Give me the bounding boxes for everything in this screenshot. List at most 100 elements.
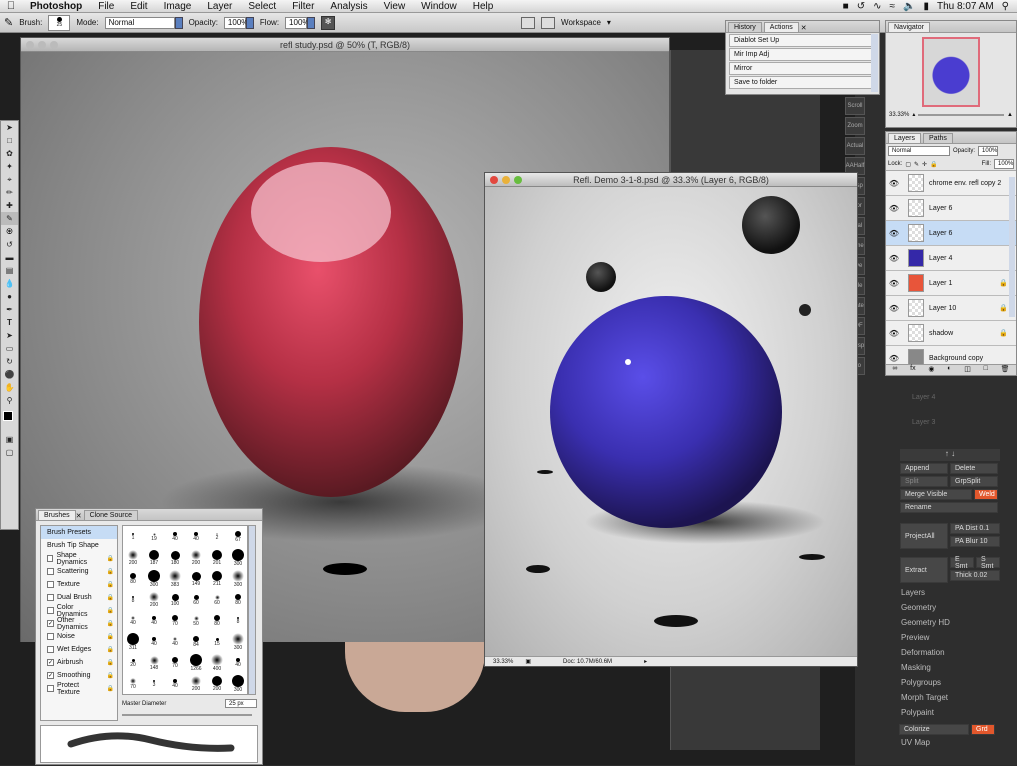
blend-mode-select[interactable]: Normal	[888, 146, 950, 156]
opacity-slider-icon[interactable]	[245, 16, 254, 29]
brush-preset[interactable]: 40	[165, 528, 185, 542]
doc2-status-icon[interactable]: ▣	[525, 658, 531, 665]
brush-preset[interactable]: 300	[228, 549, 247, 567]
path-select-tool-icon[interactable]: ➤	[1, 329, 18, 342]
brush-preset[interactable]: 40	[144, 633, 164, 647]
lock-icon[interactable]: 🔒	[107, 672, 114, 679]
layer-name[interactable]: Layer 10	[929, 305, 956, 312]
shape-tool-icon[interactable]: ▭	[1, 342, 18, 355]
brush-option[interactable]: Noise 🔒	[41, 630, 117, 643]
layer-row[interactable]: 👁 Layer 4	[886, 246, 1016, 271]
lock-all-icon[interactable]: 🔒	[930, 161, 937, 168]
menu-edit[interactable]: Edit	[122, 1, 155, 12]
pen-tool-icon[interactable]: ✒	[1, 303, 18, 316]
lasso-tool-icon[interactable]: ✿	[1, 147, 18, 160]
menu-masking[interactable]: Masking	[895, 663, 1010, 678]
brush-preset[interactable]: 300	[228, 633, 247, 651]
volume-icon[interactable]: 🔈	[903, 1, 915, 12]
mode-select[interactable]: Normal	[104, 16, 175, 29]
layer-opacity-input[interactable]: 100%	[978, 146, 999, 156]
screen-mode-icon[interactable]	[541, 16, 556, 29]
brush-preset[interactable]: 40	[123, 612, 143, 626]
weld-toggle[interactable]: Weld	[974, 489, 998, 500]
brush-preset[interactable]: 311	[123, 633, 143, 651]
layer-row[interactable]: 👁 Layer 10 🔒	[886, 296, 1016, 321]
brush-preset[interactable]: 300	[228, 675, 247, 693]
brush-option[interactable]: Brush Presets	[41, 526, 117, 539]
dodge-tool-icon[interactable]: ●	[1, 290, 18, 303]
menu-geometry[interactable]: Geometry	[895, 603, 1010, 618]
layer-name[interactable]: Layer 6	[929, 230, 952, 237]
palette-well-icon[interactable]	[521, 16, 536, 29]
adjustment-layer-icon[interactable]: ◐	[947, 365, 951, 375]
type-tool-icon[interactable]: T	[1, 316, 18, 329]
layer-name[interactable]: Layer 6	[929, 205, 952, 212]
zoom-button-icon[interactable]	[514, 176, 522, 184]
tab-clone-source[interactable]: Clone Source	[83, 510, 138, 520]
brush-preset[interactable]: 180	[165, 549, 185, 566]
brush-preset[interactable]: 201	[207, 549, 227, 566]
brush-preset[interactable]: 200	[123, 549, 143, 566]
brush-option[interactable]: Texture 🔒	[41, 578, 117, 591]
menu-deformation[interactable]: Deformation	[895, 648, 1010, 663]
project-all-button[interactable]: ProjectAll	[900, 523, 948, 549]
brush-preset[interactable]: 300	[144, 570, 164, 588]
foreground-color-swatch[interactable]	[3, 411, 13, 421]
status-icon[interactable]: ■	[843, 1, 849, 12]
brush-preset[interactable]: 70	[123, 675, 143, 690]
lock-icon[interactable]: 🔒	[107, 607, 114, 614]
delete-button[interactable]: Delete	[950, 463, 998, 474]
workspace-menu[interactable]: Workspace	[561, 18, 601, 27]
visibility-eye-icon[interactable]: 👁	[886, 229, 902, 238]
subtool-item[interactable]: Layer 4	[900, 388, 1010, 413]
layer-fill-input[interactable]: 100%	[994, 159, 1014, 169]
tab-paths[interactable]: Paths	[923, 133, 953, 143]
tab-layers[interactable]: Layers	[888, 133, 922, 143]
lock-icon[interactable]: 🔒	[107, 633, 114, 640]
menu-layers[interactable]: Layers	[895, 588, 1010, 603]
lock-icon[interactable]: 🔒	[107, 620, 114, 627]
brush-option[interactable]: Wet Edges 🔒	[41, 643, 117, 656]
brush-preset[interactable]: 40	[186, 528, 206, 542]
visibility-eye-icon[interactable]: 👁	[886, 204, 902, 213]
battery-icon[interactable]: ▮	[923, 1, 929, 12]
tab-navigator[interactable]: Navigator	[888, 22, 930, 32]
brush-option[interactable]: Color Dynamics 🔒	[41, 604, 117, 618]
brush-preset[interactable]: 148	[144, 654, 164, 671]
navigator-thumbnail[interactable]	[922, 37, 980, 107]
lock-icon[interactable]: 🔒	[107, 555, 114, 562]
brush-preset[interactable]: 60	[186, 591, 206, 606]
brush-preset[interactable]: 70	[165, 654, 185, 669]
brush-preset[interactable]: 1	[123, 528, 143, 541]
zoom-tool-icon[interactable]: ⚲	[1, 394, 18, 407]
crop-tool-icon[interactable]: ⌖	[1, 173, 18, 186]
brush-preset[interactable]: 3	[144, 675, 164, 688]
brush-preset[interactable]: 40	[165, 675, 185, 689]
brush-preset[interactable]: 8	[228, 612, 247, 625]
master-diameter-slider[interactable]	[122, 714, 252, 716]
menu-view[interactable]: View	[376, 1, 414, 12]
lock-icon[interactable]: 🔒	[107, 581, 114, 588]
layer-name[interactable]: Background copy	[929, 355, 983, 362]
brush-option[interactable]: Dual Brush 🔒	[41, 591, 117, 604]
brush-option[interactable]: Shape Dynamics 🔒	[41, 552, 117, 566]
e-smt-slider[interactable]: E Smt	[950, 556, 974, 570]
menu-polypaint[interactable]: Polypaint	[895, 708, 1010, 723]
lock-pixels-icon[interactable]: ✎	[914, 161, 919, 168]
brush-preset[interactable]: 1266	[186, 654, 206, 672]
brush-preset[interactable]: 67	[228, 528, 247, 543]
brush-preset[interactable]: 149	[186, 570, 206, 587]
document-window-refl-demo[interactable]: Refl. Demo 3-1-8.psd @ 33.3% (Layer 6, R…	[484, 172, 858, 667]
brush-preset[interactable]: 200	[144, 591, 164, 608]
brush-option[interactable]: ✓ Airbrush 🔒	[41, 656, 117, 669]
close-tab-icon[interactable]: ✕	[76, 512, 82, 520]
app-menu[interactable]: Photoshop	[22, 1, 90, 12]
opacity-input[interactable]: 100%	[223, 16, 248, 29]
lock-icon[interactable]: 🔒	[107, 659, 114, 666]
doc2-canvas[interactable]	[485, 187, 857, 657]
tab-history[interactable]: History	[728, 22, 762, 32]
history-item[interactable]: Mir Imp Adj	[729, 48, 876, 61]
menu-file[interactable]: File	[90, 1, 122, 12]
lock-icon[interactable]: 🔒	[107, 646, 114, 653]
append-button[interactable]: Append	[900, 463, 948, 474]
